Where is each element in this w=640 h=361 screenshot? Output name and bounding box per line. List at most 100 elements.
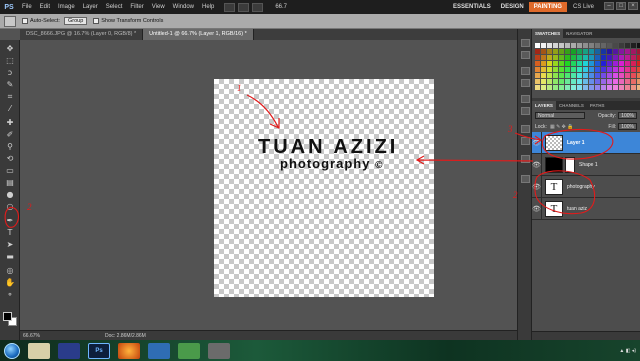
color-swatch[interactable] [535, 85, 540, 90]
color-swatch[interactable] [589, 49, 594, 54]
menu-window[interactable]: Window [169, 4, 198, 10]
color-swatch[interactable] [601, 61, 606, 66]
color-swatch[interactable] [559, 85, 564, 90]
color-swatch[interactable] [583, 43, 588, 48]
color-swatch[interactable] [631, 61, 636, 66]
color-swatch[interactable] [613, 49, 618, 54]
color-swatch[interactable] [631, 55, 636, 60]
explorer-taskbar-icon[interactable] [28, 342, 50, 359]
layer-name[interactable]: tuan aziz [567, 206, 587, 212]
move-tool-icon[interactable]: ✥ [4, 44, 16, 53]
color-swatch[interactable] [595, 43, 600, 48]
color-swatch[interactable] [625, 43, 630, 48]
color-swatch[interactable] [613, 67, 618, 72]
color-swatch[interactable] [583, 55, 588, 60]
color-swatch[interactable] [619, 67, 624, 72]
close-icon[interactable]: × [628, 2, 638, 10]
menu-image[interactable]: Image [54, 4, 79, 10]
history-brush-tool-icon[interactable]: ⟲ [4, 154, 16, 163]
color-swatch[interactable] [595, 79, 600, 84]
app-taskbar-icon[interactable] [178, 342, 200, 359]
cs-live-button[interactable]: CS Live [573, 4, 594, 10]
color-swatch[interactable] [577, 49, 582, 54]
color-swatch[interactable] [589, 55, 594, 60]
color-swatch[interactable] [571, 73, 576, 78]
color-swatch[interactable] [631, 79, 636, 84]
color-swatch[interactable] [583, 61, 588, 66]
adjustments-panel-icon[interactable] [521, 79, 530, 87]
color-swatch[interactable] [607, 43, 612, 48]
color-swatch[interactable] [577, 79, 582, 84]
color-swatch[interactable] [565, 85, 570, 90]
color-swatch[interactable] [577, 55, 582, 60]
color-swatch[interactable] [571, 85, 576, 90]
color-swatch[interactable] [553, 79, 558, 84]
color-swatch[interactable] [583, 73, 588, 78]
color-panel-icon[interactable] [521, 67, 530, 75]
workspace-painting[interactable]: PAINTING [528, 2, 567, 12]
color-swatch[interactable] [619, 61, 624, 66]
color-swatch[interactable] [625, 61, 630, 66]
hand-tool-icon[interactable]: ✋ [4, 278, 16, 287]
menu-edit[interactable]: Edit [36, 4, 54, 10]
status-zoom[interactable]: 66.67% [20, 333, 60, 339]
color-swatch[interactable] [613, 55, 618, 60]
color-swatch[interactable] [553, 43, 558, 48]
zoom-tool-icon[interactable]: ⚬ [4, 290, 16, 299]
color-swatch[interactable] [541, 73, 546, 78]
auto-select-dropdown[interactable]: Group [63, 17, 88, 25]
tab-untitled-1[interactable]: Untitled-1 @ 66.7% (Layer 1, RGB/16) * [143, 29, 254, 40]
color-swatch[interactable] [553, 49, 558, 54]
visibility-eye-icon[interactable]: 👁 [532, 131, 542, 154]
layer-row-photography[interactable]: 👁 T photography [532, 175, 640, 198]
blend-mode-dropdown[interactable]: Normal [535, 112, 585, 119]
menu-help[interactable]: Help [198, 4, 218, 10]
color-swatch[interactable] [613, 79, 618, 84]
color-swatch[interactable] [541, 85, 546, 90]
color-swatch[interactable] [601, 43, 606, 48]
color-swatch[interactable] [547, 85, 552, 90]
color-swatch[interactable] [577, 73, 582, 78]
workspace-essentials[interactable]: ESSENTIALS [448, 2, 496, 12]
color-swatch[interactable] [595, 73, 600, 78]
color-swatch[interactable] [577, 61, 582, 66]
color-swatch[interactable] [607, 61, 612, 66]
color-swatch[interactable] [595, 61, 600, 66]
color-swatch[interactable] [625, 67, 630, 72]
color-swatch[interactable] [565, 43, 570, 48]
color-swatch[interactable] [607, 79, 612, 84]
color-swatch[interactable] [583, 85, 588, 90]
messenger-taskbar-icon[interactable] [148, 342, 170, 359]
color-swatch[interactable] [619, 49, 624, 54]
firefox-taskbar-icon[interactable] [118, 342, 140, 359]
color-swatch[interactable] [589, 67, 594, 72]
foreground-color-swatch[interactable] [3, 312, 12, 321]
shape-tool-icon[interactable]: ▬ [4, 252, 16, 261]
visibility-eye-icon[interactable]: 👁 [532, 175, 542, 198]
color-swatch[interactable] [595, 55, 600, 60]
transform-controls-option[interactable]: Show Transform Controls [93, 18, 163, 24]
view-extras-icon[interactable] [252, 2, 264, 12]
color-swatch[interactable] [559, 67, 564, 72]
auto-select-option[interactable]: Auto-Select: Group [22, 17, 88, 25]
color-swatch[interactable] [607, 85, 612, 90]
marquee-tool-icon[interactable]: ⬚ [4, 56, 16, 65]
blur-tool-icon[interactable]: ● [4, 190, 16, 199]
brush-tool-icon[interactable]: ✐ [4, 130, 16, 139]
color-swatch[interactable] [547, 67, 552, 72]
mini-bridge-icon[interactable] [238, 2, 250, 12]
type-tool-icon[interactable]: T [4, 228, 16, 237]
minimize-icon[interactable]: – [604, 2, 614, 10]
tab-dsc-8666[interactable]: DSC_8666.JPG @ 16.7% (Layer 0, RGB/8) * [20, 29, 144, 40]
color-swatch[interactable] [571, 67, 576, 72]
menu-layer[interactable]: Layer [79, 4, 102, 10]
color-swatch[interactable] [631, 43, 636, 48]
color-swatch[interactable] [541, 55, 546, 60]
color-swatch[interactable] [619, 79, 624, 84]
color-swatch[interactable] [535, 79, 540, 84]
media-player-taskbar-icon[interactable] [58, 342, 80, 359]
color-swatch[interactable] [601, 49, 606, 54]
color-swatch[interactable] [625, 55, 630, 60]
healing-brush-tool-icon[interactable]: ✚ [4, 118, 16, 127]
tab-navigator[interactable]: NAVIGATOR [563, 29, 595, 38]
